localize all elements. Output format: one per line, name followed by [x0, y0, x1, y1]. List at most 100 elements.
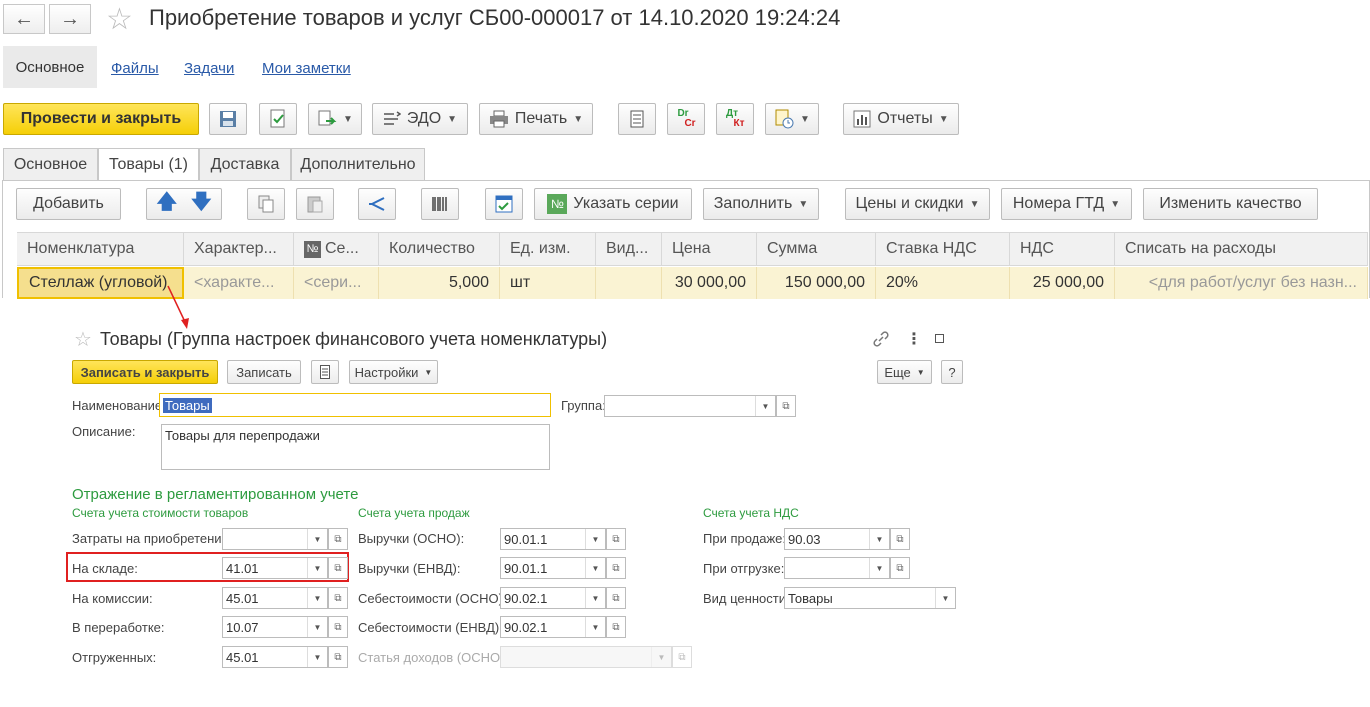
group-open-icon[interactable]: ⧉ — [776, 395, 796, 417]
paste-row-button[interactable] — [296, 188, 334, 220]
cell-type[interactable] — [596, 267, 662, 299]
chevron-down-icon[interactable]: ▼ — [307, 529, 327, 549]
acc-value-type-select[interactable]: Товары ▼ — [784, 587, 956, 609]
open-icon[interactable]: ⧉ — [606, 557, 626, 579]
acc-purchase-costs-input[interactable]: ▼ — [222, 528, 328, 550]
chevron-down-icon[interactable]: ▼ — [585, 529, 605, 549]
name-input[interactable]: Товары — [159, 393, 551, 417]
cell-expense[interactable]: <для работ/услуг без назн... — [1115, 267, 1368, 299]
open-icon[interactable]: ⧉ — [328, 528, 348, 550]
chevron-down-icon[interactable]: ▼ — [585, 617, 605, 637]
arrow-up-icon[interactable]: 🡅 — [156, 187, 177, 221]
acc-cost-envd-input[interactable]: 90.02.1 ▼ — [500, 616, 606, 638]
favorite-star-icon[interactable]: ☆ — [106, 2, 133, 37]
save-icon-button[interactable] — [209, 103, 247, 135]
tab-additional[interactable]: Дополнительно — [291, 148, 425, 180]
open-icon[interactable]: ⧉ — [328, 646, 348, 668]
cell-characteristic[interactable]: <характе... — [184, 267, 294, 299]
more-vertical-icon[interactable]: ⋮ — [906, 329, 922, 349]
acc-shipped-input[interactable]: 45.01 ▼ — [222, 646, 328, 668]
col-header-vat-rate[interactable]: Ставка НДС — [876, 232, 1010, 266]
structure-button[interactable] — [618, 103, 656, 135]
favorite-star-icon[interactable]: ☆ — [74, 327, 92, 352]
description-textarea[interactable]: Товары для перепродажи — [161, 424, 550, 470]
chevron-down-icon[interactable]: ▼ — [307, 647, 327, 667]
back-button[interactable]: ← — [3, 4, 45, 34]
open-icon[interactable]: ⧉ — [606, 528, 626, 550]
reports-button[interactable]: Отчеты ▼ — [843, 103, 959, 135]
save-and-close-button[interactable]: Записать и закрыть — [72, 360, 218, 384]
tab-delivery[interactable]: Доставка — [199, 148, 291, 180]
forward-button[interactable]: → — [49, 4, 91, 34]
specify-series-button[interactable]: № Указать серии — [534, 188, 692, 220]
maximize-icon[interactable] — [935, 334, 944, 343]
col-header-item[interactable]: Номенклатура — [17, 232, 184, 266]
cell-quantity[interactable]: 5,000 — [379, 267, 500, 299]
chevron-down-icon[interactable]: ▼ — [755, 396, 775, 416]
structure-button[interactable] — [311, 360, 339, 384]
nav-files[interactable]: Файлы — [111, 60, 159, 77]
acc-vat-shipment-input[interactable]: ▼ — [784, 557, 890, 579]
split-row-button[interactable] — [358, 188, 396, 220]
open-icon[interactable]: ⧉ — [890, 557, 910, 579]
select-goods-button[interactable] — [485, 188, 523, 220]
cell-item[interactable]: Стеллаж (угловой) — [17, 267, 184, 299]
print-button[interactable]: Печать ▼ — [479, 103, 593, 135]
group-input[interactable]: ▼ — [604, 395, 776, 417]
col-header-sum[interactable]: Сумма — [757, 232, 876, 266]
fill-button[interactable]: Заполнить ▼ — [703, 188, 819, 220]
post-icon-button[interactable] — [259, 103, 297, 135]
open-icon[interactable]: ⧉ — [328, 557, 348, 579]
open-icon[interactable]: ⧉ — [328, 587, 348, 609]
copy-row-button[interactable] — [247, 188, 285, 220]
nav-main[interactable]: Основное — [3, 46, 97, 88]
prices-discounts-button[interactable]: Цены и скидки ▼ — [845, 188, 990, 220]
tab-main[interactable]: Основное — [3, 148, 98, 180]
tab-goods[interactable]: Товары (1) — [98, 148, 199, 181]
acc-warehouse-input[interactable]: 41.01 ▼ — [222, 557, 328, 579]
cell-series[interactable]: <сери... — [294, 267, 379, 299]
col-header-price[interactable]: Цена — [662, 232, 757, 266]
chevron-down-icon[interactable]: ▼ — [307, 588, 327, 608]
open-icon[interactable]: ⧉ — [328, 616, 348, 638]
cell-vat-rate[interactable]: 20% — [876, 267, 1010, 299]
nav-notes[interactable]: Мои заметки — [262, 60, 351, 77]
acc-processing-input[interactable]: 10.07 ▼ — [222, 616, 328, 638]
gtd-numbers-button[interactable]: Номера ГТД ▼ — [1001, 188, 1132, 220]
barcode-button[interactable] — [421, 188, 459, 220]
col-header-series[interactable]: № Се... — [294, 232, 379, 266]
help-button[interactable]: ? — [941, 360, 963, 384]
open-icon[interactable]: ⧉ — [606, 616, 626, 638]
col-header-type[interactable]: Вид... — [596, 232, 662, 266]
col-header-expense[interactable]: Списать на расходы — [1115, 232, 1368, 266]
dr-cr-button[interactable]: Dr Cr — [667, 103, 705, 135]
add-row-button[interactable]: Добавить — [16, 188, 121, 220]
acc-revenue-envd-input[interactable]: 90.01.1 ▼ — [500, 557, 606, 579]
cell-unit[interactable]: шт — [500, 267, 596, 299]
attachments-button[interactable]: ▼ — [765, 103, 819, 135]
acc-vat-sale-input[interactable]: 90.03 ▼ — [784, 528, 890, 550]
col-header-characteristic[interactable]: Характер... — [184, 232, 294, 266]
acc-revenue-osno-input[interactable]: 90.01.1 ▼ — [500, 528, 606, 550]
col-header-unit[interactable]: Ед. изм. — [500, 232, 596, 266]
open-icon[interactable]: ⧉ — [606, 587, 626, 609]
chevron-down-icon[interactable]: ▼ — [935, 588, 955, 608]
chevron-down-icon[interactable]: ▼ — [307, 558, 327, 578]
acc-cost-osno-input[interactable]: 90.02.1 ▼ — [500, 587, 606, 609]
cell-sum[interactable]: 150 000,00 — [757, 267, 876, 299]
cell-price[interactable]: 30 000,00 — [662, 267, 757, 299]
arrow-down-icon[interactable]: 🡇 — [191, 187, 212, 221]
chevron-down-icon[interactable]: ▼ — [869, 529, 889, 549]
cell-vat[interactable]: 25 000,00 — [1010, 267, 1115, 299]
col-header-vat[interactable]: НДС — [1010, 232, 1115, 266]
chevron-down-icon[interactable]: ▼ — [585, 558, 605, 578]
dt-kt-button[interactable]: Дт Кт — [716, 103, 754, 135]
chevron-down-icon[interactable]: ▼ — [869, 558, 889, 578]
edo-button[interactable]: ЭДО ▼ — [372, 103, 468, 135]
change-quality-button[interactable]: Изменить качество — [1143, 188, 1318, 220]
col-header-quantity[interactable]: Количество — [379, 232, 500, 266]
post-and-close-button[interactable]: Провести и закрыть — [3, 103, 199, 135]
more-button[interactable]: Еще ▼ — [877, 360, 932, 384]
chevron-down-icon[interactable]: ▼ — [585, 588, 605, 608]
move-up-move-down-buttons[interactable]: 🡅 🡇 — [146, 188, 222, 220]
